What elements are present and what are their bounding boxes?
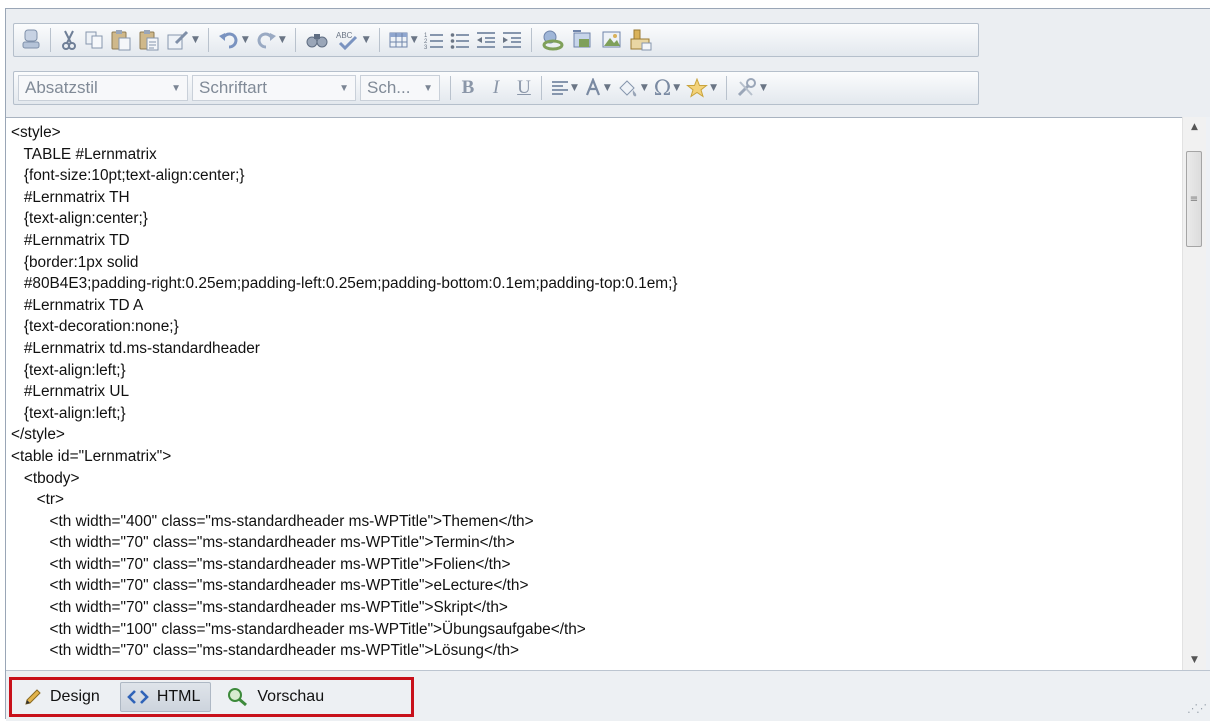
code-line[interactable]: <th width="70" class="ms-standardheader … [11, 597, 1182, 619]
toolbar-area: ▼ ▼ ▼ ABC ▼ ▼ 1 2 3 Absatzstil ▼ Schrift… [6, 9, 1210, 117]
chevron-down-icon: ▼ [339, 82, 349, 94]
spellcheck-icon[interactable]: ABC ▼ [332, 27, 373, 53]
code-line[interactable]: #Lernmatrix TH [11, 187, 1182, 209]
code-line[interactable]: #80B4E3;padding-right:0.25em;padding-lef… [11, 273, 1182, 295]
insert-link-icon[interactable] [538, 27, 568, 53]
code-line[interactable]: <style> [11, 122, 1182, 144]
font-size-dropdown[interactable]: Sch... ▼ [360, 75, 440, 101]
favorites-star-icon[interactable]: ▼ [683, 75, 720, 101]
undo-icon[interactable]: ▼ [215, 27, 252, 53]
code-line[interactable]: <th width="400" class="ms-standardheader… [11, 511, 1182, 533]
cut-icon[interactable] [57, 27, 81, 53]
insert-table-icon[interactable]: ▼ [386, 27, 421, 53]
magnifier-icon [227, 687, 249, 707]
outdent-icon[interactable] [473, 27, 499, 53]
indent-icon[interactable] [499, 27, 525, 53]
code-line[interactable]: <th width="70" class="ms-standardheader … [11, 532, 1182, 554]
underline-button[interactable]: U [513, 75, 535, 101]
code-line[interactable]: <tr> [11, 489, 1182, 511]
tab-design-label: Design [50, 688, 100, 705]
svg-text:ABC: ABC [336, 31, 353, 40]
format-painter-icon[interactable]: ▼ [163, 27, 202, 53]
code-line[interactable]: #Lernmatrix UL [11, 381, 1182, 403]
editor-mode-bar: Design HTML Vorschau ⋰⋰ [6, 670, 1210, 721]
insert-web-part-icon[interactable] [568, 27, 598, 53]
code-line[interactable]: <tbody> [11, 468, 1182, 490]
toolbar-separator [378, 28, 380, 52]
code-brackets-icon [126, 689, 149, 705]
insert-symbol-icon[interactable]: Ω ▼ [651, 75, 683, 101]
svg-text:3: 3 [424, 45, 428, 50]
code-line[interactable]: </style> [11, 424, 1182, 446]
font-family-dropdown[interactable]: Schriftart ▼ [192, 75, 356, 101]
numbered-list-icon[interactable]: 123 [421, 27, 447, 53]
toolbar-separator [530, 28, 532, 52]
code-line[interactable]: <th width="100" class="ms-standardheader… [11, 619, 1182, 641]
html-source-code[interactable]: <style> TABLE #Lernmatrix {font-size:10p… [6, 118, 1182, 662]
save-icon[interactable] [18, 27, 44, 53]
toolbar-separator [450, 76, 451, 100]
paste-icon[interactable] [107, 27, 135, 53]
toolbar-row-2: Absatzstil ▼ Schriftart ▼ Sch... ▼ B I U… [13, 71, 979, 105]
paragraph-style-value: Absatzstil [25, 78, 98, 97]
tab-html-label: HTML [156, 688, 201, 705]
code-line[interactable]: {text-align:left;} [11, 403, 1182, 425]
chevron-down-icon: ▼ [171, 82, 181, 94]
bold-button[interactable]: B [457, 75, 479, 101]
toolbar-separator [541, 76, 542, 100]
insert-reusable-content-icon[interactable] [626, 27, 656, 53]
code-line[interactable]: #Lernmatrix TD [11, 230, 1182, 252]
rich-text-editor: ▼ ▼ ▼ ABC ▼ ▼ 1 2 3 Absatzstil ▼ Schrift… [5, 8, 1210, 721]
scroll-up-arrow-icon[interactable]: ▲ [1183, 117, 1206, 137]
tab-preview[interactable]: Vorschau [221, 682, 334, 712]
insert-image-icon[interactable] [598, 27, 626, 53]
toolbar-separator [207, 28, 209, 52]
toolbar-separator [726, 76, 728, 100]
scroll-down-arrow-icon[interactable]: ▼ [1183, 650, 1206, 670]
code-line[interactable]: {border:1px solid [11, 252, 1182, 274]
tab-preview-label: Vorschau [257, 688, 325, 705]
find-icon[interactable] [302, 27, 332, 53]
redo-icon[interactable]: ▼ [252, 27, 289, 53]
code-line[interactable]: {text-align:left;} [11, 360, 1182, 382]
code-line[interactable]: {font-size:10pt;text-align:center;} [11, 165, 1182, 187]
code-line[interactable]: <th width="70" class="ms-standardheader … [11, 640, 1182, 662]
bulleted-list-icon[interactable] [447, 27, 473, 53]
code-line[interactable]: {text-align:center;} [11, 208, 1182, 230]
editor-mode-tabs: Design HTML Vorschau [9, 677, 414, 717]
toolbar-row-1: ▼ ▼ ▼ ABC ▼ ▼ 1 2 3 [13, 23, 979, 57]
code-line[interactable]: <th width="70" class="ms-standardheader … [11, 575, 1182, 597]
code-line[interactable]: #Lernmatrix TD A [11, 295, 1182, 317]
code-line[interactable]: <th width="70" class="ms-standardheader … [11, 554, 1182, 576]
code-line[interactable]: #Lernmatrix td.ms-standardheader [11, 338, 1182, 360]
toolbar-separator [50, 28, 51, 52]
copy-icon[interactable] [81, 27, 107, 53]
tab-html[interactable]: HTML [119, 682, 212, 712]
code-line[interactable]: {text-decoration:none;} [11, 316, 1182, 338]
paste-text-icon[interactable] [135, 27, 163, 53]
tab-design[interactable]: Design [18, 682, 110, 712]
pencil-icon [24, 688, 42, 706]
vertical-scrollbar[interactable]: ▲ ≡ ▼ [1182, 117, 1206, 670]
code-line[interactable]: TABLE #Lernmatrix [11, 144, 1182, 166]
font-size-value: Sch... [367, 78, 411, 97]
toolbar-separator [294, 28, 296, 52]
align-left-icon[interactable]: ▼ [548, 75, 581, 101]
tools-icon[interactable]: ▼ [733, 75, 770, 101]
font-color-icon[interactable]: ▼ [581, 75, 614, 101]
scrollbar-thumb[interactable]: ≡ [1186, 151, 1202, 247]
paragraph-style-dropdown[interactable]: Absatzstil ▼ [18, 75, 188, 101]
resize-grip-icon[interactable]: ⋰⋰ [1187, 702, 1207, 715]
html-source-editor[interactable]: <style> TABLE #Lernmatrix {font-size:10p… [6, 117, 1182, 671]
code-line[interactable]: <table id="Lernmatrix"> [11, 446, 1182, 468]
chevron-down-icon: ▼ [423, 82, 433, 94]
italic-button[interactable]: I [485, 75, 507, 101]
highlight-color-icon[interactable]: ▼ [614, 75, 651, 101]
font-family-value: Schriftart [199, 78, 268, 97]
